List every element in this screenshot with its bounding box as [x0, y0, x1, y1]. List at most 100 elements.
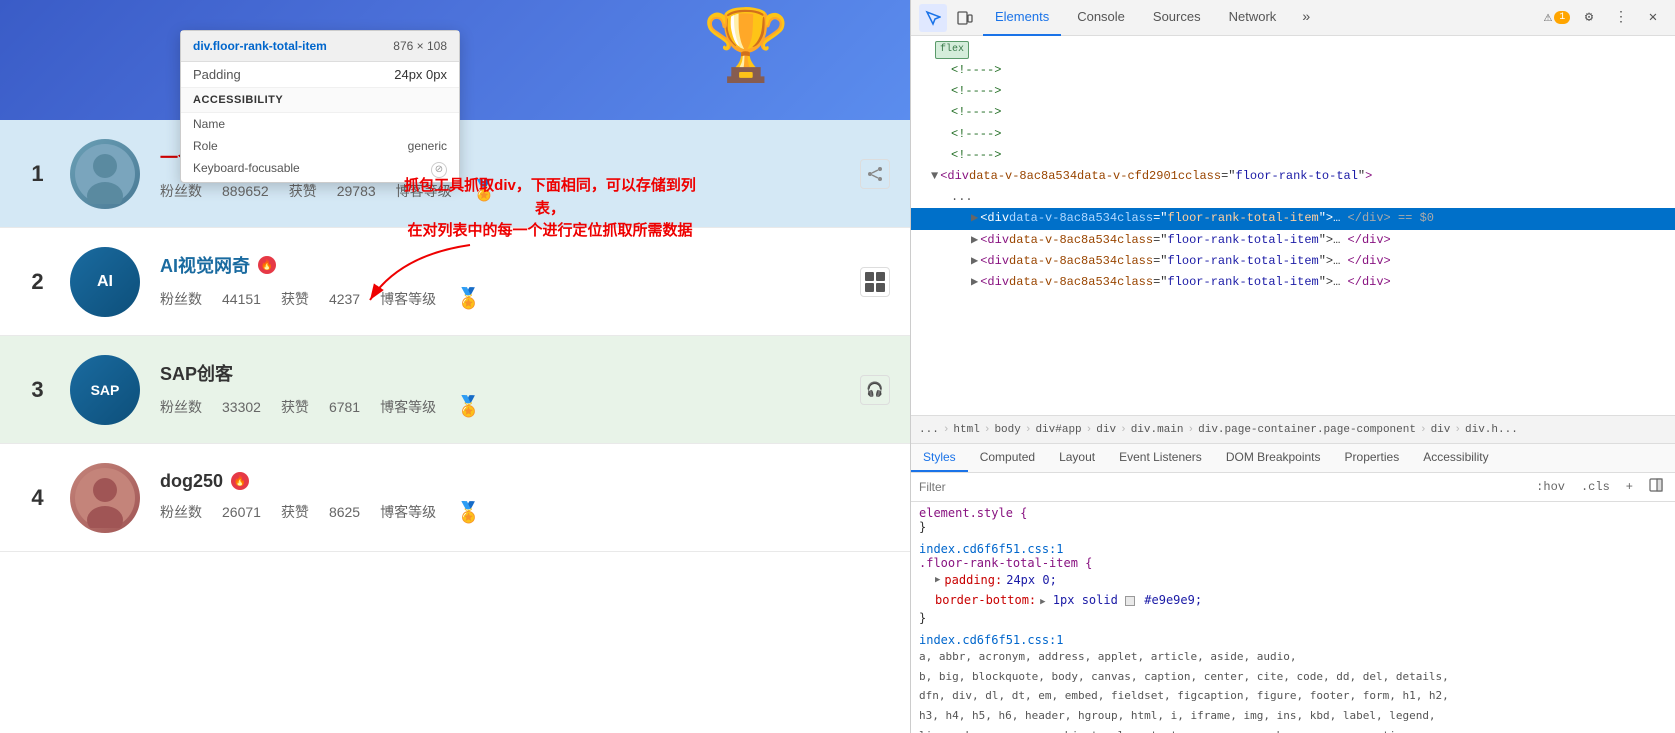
inspect-element-btn[interactable] — [919, 4, 947, 32]
rank-name-4: dog250 🔥 — [160, 471, 890, 492]
keyboard-label: Keyboard-focusable — [193, 161, 300, 178]
breadcrumb-div[interactable]: div — [1096, 424, 1116, 436]
css-rule-element-style: element.style { } — [919, 506, 1667, 534]
level-badge-2: 🏅 — [456, 286, 481, 311]
tags-line-2: b, big, blockquote, body, canvas, captio… — [919, 667, 1667, 687]
fans-value-4: 26071 — [222, 504, 261, 520]
rank-action-icons-1 — [860, 159, 890, 189]
tree-line-comment5: <!----> — [911, 145, 1675, 166]
tree-line-item3[interactable]: ▶ <div data-v-8ac8a534 class =" floor-ra… — [911, 251, 1675, 272]
inspector-header: div.floor-rank-total-item 876 × 108 — [181, 31, 459, 62]
border-property: border-bottom: ▶ 1px solid #e9e9e9; — [919, 590, 1667, 610]
headphone-icon-3[interactable]: 🎧 — [860, 375, 890, 405]
level-badge-4: 🏅 — [456, 500, 481, 525]
qr-icon-2[interactable] — [860, 267, 890, 297]
left-panel: 🏆 div.floor-rank-total-item 876 × 108 Pa… — [0, 0, 910, 733]
tab-accessibility[interactable]: Accessibility — [1411, 444, 1500, 472]
tab-event-listeners[interactable]: Event Listeners — [1107, 444, 1214, 472]
tree-line-comment1: <!----> — [911, 60, 1675, 81]
fans-label-2: 粉丝数 — [160, 289, 202, 309]
breadcrumb-divmain[interactable]: div.main — [1131, 424, 1184, 436]
add-class-btn[interactable]: + — [1622, 479, 1637, 495]
inspector-size: 876 × 108 — [393, 39, 447, 53]
tags-line-5: li, mark, menu, nav, object, ol, output,… — [919, 726, 1667, 733]
tab-computed[interactable]: Computed — [968, 444, 1047, 472]
tree-line-outer-div: ▼ <div data-v-8ac8a534 data-v-cfd2901c c… — [911, 166, 1675, 187]
name-row: Name — [181, 113, 459, 135]
role-label: Role — [193, 139, 218, 153]
styles-tabs: Styles Computed Layout Event Listeners D… — [911, 444, 1675, 473]
fans-value-1: 889652 — [222, 183, 269, 199]
tab-console[interactable]: Console — [1065, 0, 1137, 36]
breadcrumb-pagecontainer[interactable]: div.page-container.page-component — [1198, 424, 1416, 436]
likes-label-3: 获赞 — [281, 397, 309, 417]
floor-rank-source[interactable]: index.cd6f6f51.css:1 — [919, 542, 1064, 556]
tags-source[interactable]: index.cd6f6f51.css:1 — [919, 633, 1064, 647]
breadcrumb-bar: ... › html › body › div#app › div › div.… — [911, 416, 1675, 444]
verified-icon-4: 🔥 — [231, 472, 249, 490]
color-swatch — [1125, 596, 1135, 606]
devtools-toolbar: Elements Console Sources Network » ⚠ 1 ⚙… — [911, 0, 1675, 36]
padding-value: 24px 0px — [394, 67, 447, 82]
rank-avatar-2: AI — [70, 247, 140, 317]
hov-btn[interactable]: :hov — [1532, 479, 1569, 495]
rank-number-1: 1 — [20, 161, 55, 187]
tree-line-comment4: <!----> — [911, 124, 1675, 145]
likes-label-2: 获赞 — [281, 289, 309, 309]
breadcrumb-divh[interactable]: div.h... — [1465, 424, 1518, 436]
rank-number-4: 4 — [20, 485, 55, 511]
more-tabs-btn[interactable]: » — [1292, 4, 1320, 32]
tree-line-item4[interactable]: ▶ <div data-v-8ac8a534 class =" floor-ra… — [911, 272, 1675, 293]
inspector-class: div.floor-rank-total-item — [193, 39, 327, 53]
breadcrumb-divapp[interactable]: div#app — [1035, 424, 1081, 436]
filter-input[interactable] — [919, 480, 1524, 494]
floor-rank-close: } — [919, 611, 926, 625]
cls-btn[interactable]: .cls — [1577, 479, 1614, 495]
tab-sources[interactable]: Sources — [1141, 0, 1213, 36]
likes-value-4: 8625 — [329, 504, 360, 520]
name-label: Name — [193, 117, 225, 131]
settings-btn[interactable]: ⚙ — [1575, 4, 1603, 32]
tab-layout[interactable]: Layout — [1047, 444, 1107, 472]
tab-elements[interactable]: Elements — [983, 0, 1061, 36]
breadcrumb-body[interactable]: body — [994, 424, 1020, 436]
rank-list-container: 1 一个处女座的程序猿 ✓ 粉丝数 889652 — [0, 120, 910, 733]
share-icon-1[interactable] — [860, 159, 890, 189]
padding-property: ▶ padding: 24px 0; — [919, 570, 1667, 590]
tree-line-comment2: <!----> — [911, 81, 1675, 102]
likes-value-1: 29783 — [337, 183, 376, 199]
notification-btn[interactable]: ⚠ 1 — [1543, 4, 1571, 32]
filter-controls: :hov .cls + — [1532, 477, 1667, 497]
breadcrumb-ellipsis[interactable]: ... — [919, 424, 939, 436]
html-tree[interactable]: flex <!----> <!----> <!----> <!----> <!-… — [911, 36, 1675, 416]
level-badge-3: 🏅 — [456, 394, 481, 419]
tree-line-item2[interactable]: ▶ <div data-v-8ac8a534 class =" floor-ra… — [911, 230, 1675, 251]
rank-item-3: 3 SAP SAP创客 粉丝数 33302 获赞 6781 博客等级 🏅 — [0, 336, 910, 444]
tab-properties[interactable]: Properties — [1333, 444, 1412, 472]
device-toggle-btn[interactable] — [951, 4, 979, 32]
breadcrumb-html[interactable]: html — [953, 424, 979, 436]
tab-dom-breakpoints[interactable]: DOM Breakpoints — [1214, 444, 1333, 472]
rank-avatar-1 — [70, 139, 140, 209]
tags-line-4: h3, h4, h5, h6, header, hgroup, html, i,… — [919, 706, 1667, 726]
rank-icons-3: 🎧 — [860, 375, 890, 405]
rank-item-2: 2 AI AI视觉网奇 🔥 粉丝数 44151 获赞 4237 博客等级 — [0, 228, 910, 336]
level-badge-1: 🏅 — [472, 178, 497, 203]
rank-stats-2: 粉丝数 44151 获赞 4237 博客等级 🏅 — [160, 286, 850, 311]
tags-line-1: a, abbr, acronym, address, applet, artic… — [919, 647, 1667, 667]
padding-label: Padding — [193, 67, 241, 82]
close-btn[interactable]: ✕ — [1639, 4, 1667, 32]
tree-line-item1[interactable]: ▶ <div data-v-8ac8a534 class =" floor-ra… — [911, 208, 1675, 229]
level-label-2: 博客等级 — [380, 289, 436, 309]
css-rule-tags: index.cd6f6f51.css:1 a, abbr, acronym, a… — [919, 633, 1667, 733]
more-options-btn[interactable]: ⋮ — [1607, 4, 1635, 32]
breadcrumb-div2[interactable]: div — [1431, 424, 1451, 436]
elements-panel: flex <!----> <!----> <!----> <!----> <!-… — [911, 36, 1675, 733]
tab-network[interactable]: Network — [1217, 0, 1289, 36]
rank-icons-2 — [860, 267, 890, 297]
flex-badge: flex — [935, 41, 969, 59]
devtools-right-icons: ⚠ 1 ⚙ ⋮ ✕ — [1543, 4, 1667, 32]
tab-styles[interactable]: Styles — [911, 444, 968, 472]
toggle-sidebar-btn[interactable] — [1645, 477, 1667, 497]
collapse-triangle[interactable]: ▼ — [931, 167, 938, 186]
